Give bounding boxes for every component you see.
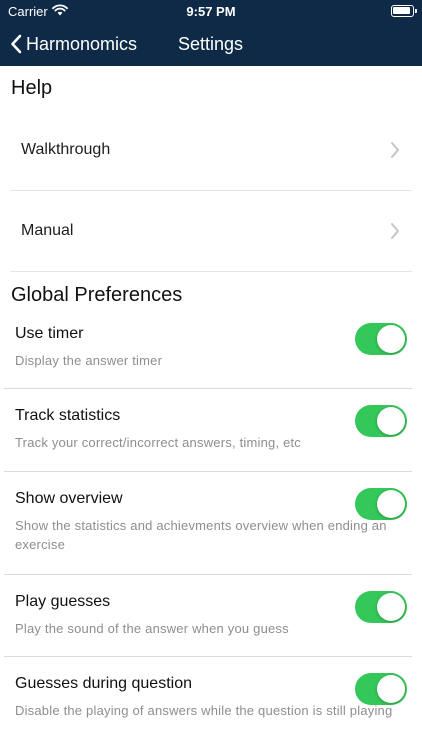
back-label: Harmonomics	[26, 33, 138, 54]
toggle-knob	[377, 407, 405, 435]
page-title: Settings	[178, 34, 244, 54]
navigation-bar: Carrier 9:57 PM Harmonomics Settings	[0, 0, 422, 66]
status-bar: Carrier 9:57 PM	[0, 0, 422, 22]
play-guesses-title: Play guesses	[15, 593, 111, 610]
battery-icon	[391, 5, 417, 17]
manual-row[interactable]: Manual	[10, 191, 412, 272]
use-timer-toggle[interactable]	[355, 323, 407, 355]
show-overview-title: Show overview	[15, 490, 123, 507]
clock: 9:57 PM	[186, 4, 236, 19]
play-guesses-toggle[interactable]	[355, 591, 407, 623]
toggle-knob	[377, 325, 405, 353]
toggle-knob	[377, 593, 405, 621]
show-overview-toggle[interactable]	[355, 488, 407, 520]
guesses-during-question-row: Guesses during question Disable the play…	[4, 658, 412, 750]
track-statistics-row: Track statistics Track your correct/inco…	[4, 390, 412, 472]
chevron-right-icon	[391, 142, 399, 158]
track-statistics-toggle[interactable]	[355, 405, 407, 437]
global-preferences-heading: Global Preferences	[11, 284, 183, 306]
nav-header: Harmonomics Settings	[0, 26, 422, 62]
chevron-left-icon	[11, 34, 22, 54]
use-timer-row: Use timer Display the answer timer	[4, 308, 412, 389]
use-timer-title: Use timer	[15, 325, 84, 342]
walkthrough-row[interactable]: Walkthrough	[10, 110, 412, 191]
manual-label: Manual	[21, 222, 74, 239]
play-guesses-row: Play guesses Play the sound of the answe…	[4, 576, 412, 657]
use-timer-description: Display the answer timer	[15, 353, 163, 368]
guesses-during-question-description: Disable the playing of answers while the…	[15, 703, 393, 718]
chevron-right-icon	[391, 223, 399, 239]
help-heading: Help	[11, 77, 53, 99]
show-overview-description: Show the statistics and achievments over…	[15, 518, 387, 552]
back-button[interactable]: Harmonomics	[10, 28, 137, 60]
guesses-during-question-toggle[interactable]	[355, 673, 407, 705]
guesses-during-question-title: Guesses during question	[15, 675, 192, 692]
play-guesses-description: Play the sound of the answer when you gu…	[15, 621, 289, 636]
walkthrough-label: Walkthrough	[21, 141, 111, 158]
toggle-knob	[377, 675, 405, 703]
toggle-knob	[377, 490, 405, 518]
track-statistics-description: Track your correct/incorrect answers, ti…	[15, 435, 302, 450]
track-statistics-title: Track statistics	[15, 407, 121, 424]
show-overview-row: Show overview Show the statistics and ac…	[4, 473, 412, 575]
